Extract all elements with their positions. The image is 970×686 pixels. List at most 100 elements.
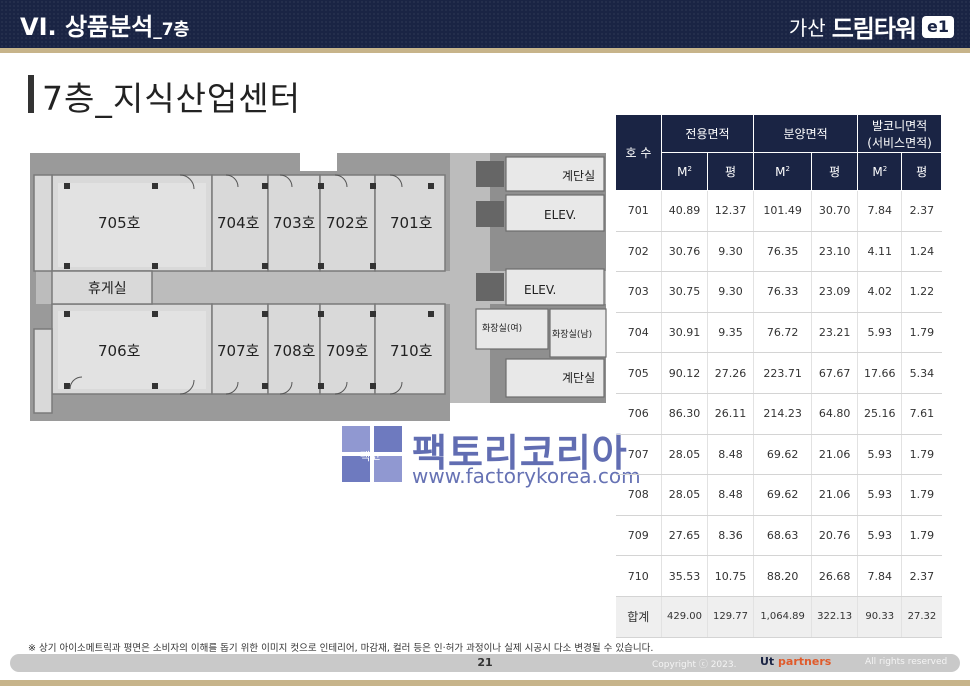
table-cell: 26.11 xyxy=(707,393,754,435)
copyright-text: Copyright ⓒ 2023. xyxy=(652,660,737,670)
table-cell: 1.79 xyxy=(901,474,942,516)
header-m2: M2 xyxy=(857,152,903,191)
header-exclusive-area: 전용면적 xyxy=(661,114,754,153)
header-balcony-area: 발코니면적 (서비스면적) xyxy=(857,114,942,153)
table-cell: 30.91 xyxy=(661,312,708,354)
table-cell: 76.33 xyxy=(752,271,812,313)
total-cell: 27.32 xyxy=(901,596,942,638)
area-table: 호 수 전용면적 분양면적 발코니면적 (서비스면적) M2 평 M2 평 M2 … xyxy=(615,114,942,638)
header-unit: 호 수 xyxy=(615,114,662,191)
header-pyeong: 평 xyxy=(707,152,754,191)
table-cell: 701 xyxy=(615,190,662,232)
room-708: 708호 xyxy=(273,342,316,360)
table-cell: 703 xyxy=(615,271,662,313)
table-cell: 710 xyxy=(615,555,662,597)
table-cell: 20.76 xyxy=(811,515,858,557)
table-cell: 707 xyxy=(615,434,662,476)
table-cell: 5.93 xyxy=(857,312,902,354)
table-cell: 76.35 xyxy=(752,231,812,273)
lounge-label: 휴게실 xyxy=(88,281,127,297)
table-cell: 708 xyxy=(615,474,662,516)
room-705: 705호 xyxy=(98,214,141,232)
table-cell: 5.93 xyxy=(857,515,902,557)
table-cell: 25.16 xyxy=(857,393,902,435)
table-cell: 5.93 xyxy=(857,434,902,476)
brand-badge: e1 xyxy=(922,15,954,38)
watermark-logo-icon: 팩코 xyxy=(342,426,402,482)
watermark: 팩코 팩토리코리아 www.factorykorea.com xyxy=(340,424,641,494)
table-cell: 1.22 xyxy=(901,271,942,313)
brand-logo: 가산 드림타워 e1 xyxy=(789,9,954,44)
total-cell: 429.00 xyxy=(661,596,708,638)
table-cell: 705 xyxy=(615,352,662,394)
room-704: 704호 xyxy=(217,214,260,232)
table-cell: 9.30 xyxy=(707,271,754,313)
table-cell: 9.35 xyxy=(707,312,754,354)
table-cell: 21.06 xyxy=(811,474,858,516)
table-cell: 76.72 xyxy=(752,312,812,354)
table-cell: 86.30 xyxy=(661,393,708,435)
table-cell: 10.75 xyxy=(707,555,754,597)
table-cell: 8.48 xyxy=(707,474,754,516)
header-sale-area: 분양면적 xyxy=(752,114,859,153)
table-cell: 17.66 xyxy=(857,352,902,394)
header-pyeong: 평 xyxy=(811,152,859,191)
brand-location: 가산 xyxy=(788,16,826,40)
table-cell: 704 xyxy=(615,312,662,354)
header-balcony-sub: (서비스면적) xyxy=(867,135,932,150)
table-cell: 709 xyxy=(615,515,662,557)
page-subtitle: _7층 xyxy=(153,20,190,40)
table-cell: 1.24 xyxy=(901,231,942,273)
header-bar: VI. 상품분석_7층 가산 드림타워 e1 xyxy=(0,0,970,48)
table-cell: 27.26 xyxy=(707,352,754,394)
table-cell: 28.05 xyxy=(661,474,708,516)
table-row: 708 28.05 8.48 69.62 21.06 5.93 1.79 xyxy=(615,474,942,516)
header-m2: M2 xyxy=(661,152,708,191)
table-cell: 23.09 xyxy=(811,271,858,313)
room-703: 703호 xyxy=(273,214,316,232)
table-cell: 101.49 xyxy=(752,190,812,232)
table-cell: 35.53 xyxy=(661,555,708,597)
section-marker xyxy=(28,75,34,113)
watermark-logo-text: 팩코 xyxy=(360,450,380,463)
table-cell: 30.76 xyxy=(661,231,708,273)
page-title: VI. 상품분석_7층 xyxy=(20,13,190,41)
header-pyeong: 평 xyxy=(901,152,942,191)
table-cell: 1.79 xyxy=(901,312,942,354)
table-row: 707 28.05 8.48 69.62 21.06 5.93 1.79 xyxy=(615,434,942,476)
table-cell: 8.48 xyxy=(707,434,754,476)
table-cell: 21.06 xyxy=(811,434,858,476)
table-cell: 7.84 xyxy=(857,555,902,597)
table-cell: 8.36 xyxy=(707,515,754,557)
table-cell: 706 xyxy=(615,393,662,435)
table-cell: 40.89 xyxy=(661,190,708,232)
footer-accent-line xyxy=(0,680,970,686)
table-cell: 23.10 xyxy=(811,231,858,273)
table-row: 701 40.89 12.37 101.49 30.70 7.84 2.37 xyxy=(615,190,942,232)
table-cell: 64.80 xyxy=(811,393,858,435)
elevator-top-label: ELEV. xyxy=(544,208,576,222)
page-number: 21 xyxy=(477,656,493,669)
table-cell: 30.70 xyxy=(811,190,858,232)
watermark-url: www.factorykorea.com xyxy=(412,464,641,488)
table-cell: 5.34 xyxy=(901,352,942,394)
table-row: 710 35.53 10.75 88.20 26.68 7.84 2.37 xyxy=(615,555,942,597)
table-cell: 90.12 xyxy=(661,352,708,394)
total-cell: 합계 xyxy=(615,596,662,638)
stairs-bottom-label: 계단실 xyxy=(562,371,595,385)
section-title: 7층_지식산업센터 xyxy=(42,79,302,118)
table-cell: 7.61 xyxy=(901,393,942,435)
room-701: 701호 xyxy=(390,214,433,232)
table-cell: 28.05 xyxy=(661,434,708,476)
room-707: 707호 xyxy=(217,342,260,360)
partner-name: partners xyxy=(778,655,832,668)
table-cell: 7.84 xyxy=(857,190,902,232)
table-cell: 69.62 xyxy=(752,434,812,476)
table-cell: 2.37 xyxy=(901,190,942,232)
table-cell: 214.23 xyxy=(752,393,812,435)
room-710: 710호 xyxy=(390,342,433,360)
table-cell: 69.62 xyxy=(752,474,812,516)
floor-plan: 705호 704호 703호 702호 701호 706호 707호 708호 … xyxy=(30,153,607,421)
table-cell: 5.93 xyxy=(857,474,902,516)
table-cell: 223.71 xyxy=(752,352,812,394)
